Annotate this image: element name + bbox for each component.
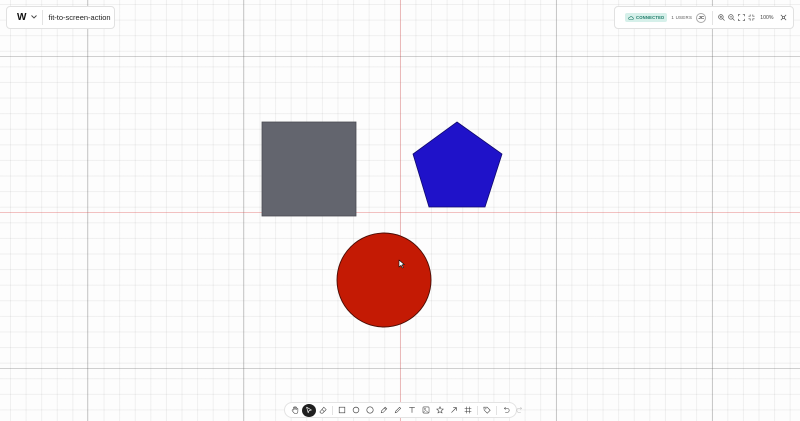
zoom-level: 100% [760, 14, 774, 21]
undo-icon [504, 407, 510, 413]
tool-eraser[interactable] [316, 404, 330, 417]
reset-zoom-button[interactable] [746, 12, 756, 24]
star-icon [436, 406, 444, 414]
fit-to-screen-button[interactable] [736, 12, 746, 24]
zoom-out-icon [727, 14, 735, 21]
bottom-toolbar [284, 402, 522, 418]
tool-select[interactable] [302, 403, 316, 417]
hand-icon [291, 406, 299, 414]
image-icon [422, 406, 430, 414]
reset-zoom-icon [748, 14, 755, 21]
tool-text[interactable] [405, 404, 419, 417]
ellipse-icon [366, 406, 374, 414]
chevron-down-icon [31, 14, 38, 21]
avatar[interactable]: JC [696, 12, 707, 23]
text-icon [409, 407, 415, 413]
redo-icon [516, 407, 522, 413]
fit-screen-icon [737, 14, 745, 21]
tag-icon [483, 406, 491, 414]
divider [477, 405, 478, 415]
select-icon [306, 406, 312, 414]
divider [332, 405, 333, 415]
settings-icon [780, 14, 786, 21]
circle-shape[interactable] [336, 232, 432, 328]
tool-arrow[interactable] [447, 404, 461, 417]
rectangle-shape[interactable] [261, 121, 357, 217]
rectangle-icon [338, 406, 346, 414]
connection-badge: CONNECTED [625, 13, 668, 22]
divider [712, 10, 714, 25]
tool-pen[interactable] [377, 404, 391, 417]
zoom-in-button[interactable] [716, 12, 726, 24]
logo-menu-button[interactable]: W [7, 7, 42, 28]
tool-hand[interactable] [288, 404, 302, 417]
connection-label: CONNECTED [636, 15, 665, 20]
divider [496, 405, 497, 415]
tool-rectangle[interactable] [335, 404, 349, 417]
zoom-out-button[interactable] [726, 12, 736, 24]
shapes-layer [261, 121, 503, 328]
tool-circle[interactable] [349, 404, 363, 417]
cloud-icon [628, 15, 634, 20]
frame-icon [464, 406, 472, 414]
pen-icon [380, 406, 388, 414]
canvas[interactable] [0, 0, 800, 421]
tool-star[interactable] [433, 404, 447, 417]
tool-image[interactable] [419, 404, 433, 417]
settings-button[interactable] [777, 12, 789, 24]
zoom-in-icon [717, 14, 725, 21]
tool-frame[interactable] [461, 404, 475, 417]
undo-button[interactable] [499, 404, 513, 417]
pencil-icon [394, 406, 402, 414]
project-name[interactable]: fit-to-screen-action [43, 13, 110, 22]
circle-icon [352, 406, 360, 414]
arrow-icon [451, 407, 457, 413]
logo: W [17, 12, 27, 23]
tool-tag[interactable] [480, 404, 494, 417]
tool-ellipse[interactable] [363, 404, 377, 417]
eraser-icon [319, 406, 327, 414]
user-count: 1 USERS [671, 15, 693, 20]
tool-pencil[interactable] [391, 404, 405, 417]
project-pill: W fit-to-screen-action [6, 6, 115, 29]
pentagon-shape[interactable] [412, 121, 503, 208]
redo-button[interactable] [513, 404, 527, 417]
status-pill: CONNECTED 1 USERS JC 100% [614, 6, 794, 29]
